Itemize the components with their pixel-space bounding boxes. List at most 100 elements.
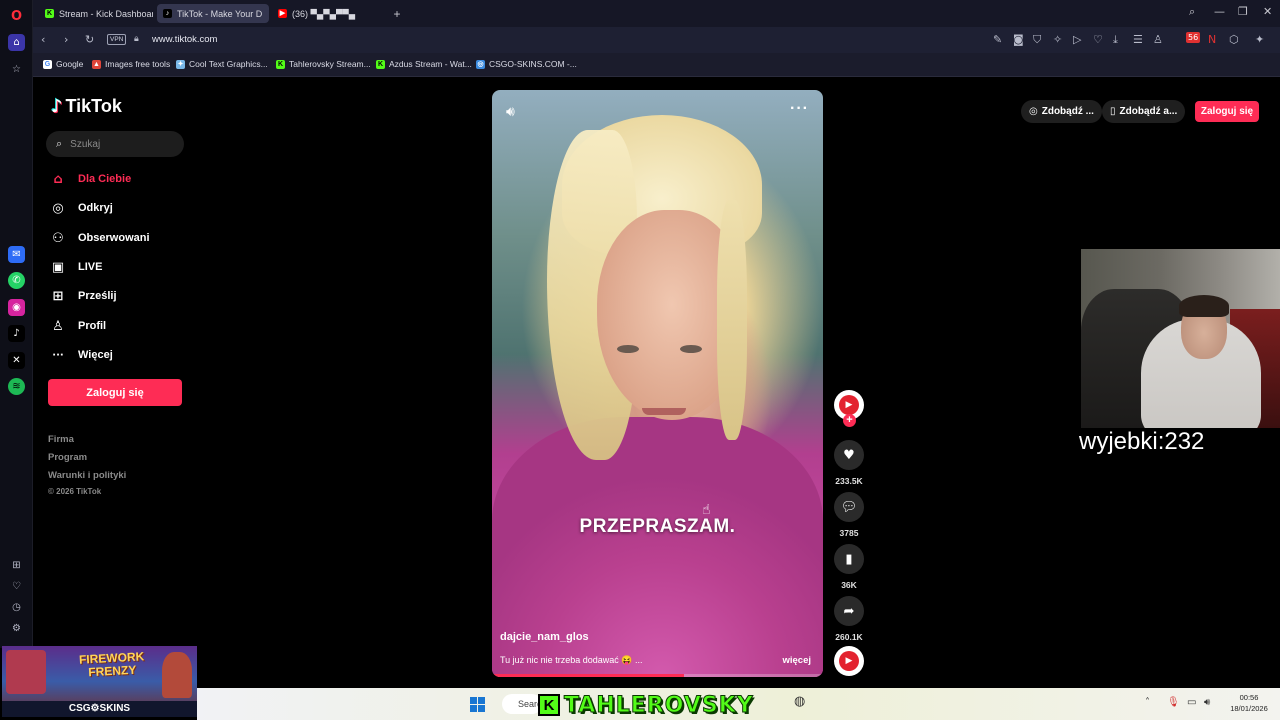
spotify-icon[interactable]: ≋	[8, 378, 25, 395]
reload-icon[interactable]: ↻	[85, 33, 94, 46]
share-button[interactable]: ➦	[834, 596, 864, 626]
video-author[interactable]: dajcie_nam_glos	[500, 631, 589, 643]
url-field[interactable]: www.tiktok.com	[152, 34, 217, 45]
star-icon[interactable]: ☆	[8, 61, 25, 78]
search-placeholder: Szukaj	[70, 138, 101, 150]
download-icon[interactable]: ⤓	[1113, 33, 1118, 47]
nav-explore[interactable]: ◎ Odkryj	[50, 198, 113, 218]
save-button[interactable]: ▮	[834, 544, 864, 574]
nav-label: Prześlij	[78, 290, 117, 302]
edit-icon[interactable]: ✎	[993, 33, 1002, 46]
pill-label: Zdobądź a...	[1119, 106, 1178, 117]
tab-kick-dashboard[interactable]: K Stream - Kick Dashboard	[39, 4, 153, 23]
nav-label: Obserwowani	[78, 232, 150, 244]
bookmark-cooltext[interactable]: ✦ Cool Text Graphics...	[176, 59, 268, 69]
shield-icon[interactable]: ⛉	[1033, 33, 1041, 47]
lock-icon[interactable]: 🔒︎	[134, 34, 139, 44]
messenger-icon[interactable]: ✉	[8, 246, 25, 263]
browser-sidebar: O ⌂ ☆ ✉ ✆ ◉ ♪ ✕ ≋ ⊞ ♡ ◷ ⚙	[0, 0, 33, 648]
system-clock[interactable]: 00:56 18/01/2026	[1226, 692, 1272, 714]
comment-button[interactable]: 💬︎	[834, 492, 864, 522]
search-tabs-icon[interactable]: ⌕	[1189, 5, 1195, 19]
more-link[interactable]: więcej	[782, 655, 811, 666]
like-button[interactable]: ♥	[834, 440, 864, 470]
search-input[interactable]: ⌕ Szukaj	[46, 131, 184, 157]
nav-profile[interactable]: ♙ Profil	[50, 316, 106, 336]
maximize-button[interactable]: ❐	[1238, 5, 1248, 18]
follow-plus-icon[interactable]: +	[843, 414, 856, 427]
webcam-frame	[1179, 295, 1229, 317]
login-top-button[interactable]: Zaloguj się	[1195, 101, 1259, 122]
tab-youtube[interactable]: ▶ (36) ▀▄▀▄▀▀▄	[272, 4, 384, 23]
save-count: 36K	[841, 580, 857, 590]
opera-logo-icon[interactable]: O	[8, 8, 25, 25]
extension-icon[interactable]: ✧	[1053, 33, 1062, 46]
tiktok-icon[interactable]: ♪	[8, 325, 25, 342]
close-button[interactable]: ✕	[1263, 5, 1272, 18]
cube-icon[interactable]: ⬡	[1229, 33, 1239, 46]
music-disc-icon: ▶	[839, 651, 859, 671]
apps-icon[interactable]: ⊞	[8, 557, 25, 574]
minimize-button[interactable]: —	[1214, 5, 1225, 18]
promo-art	[162, 652, 192, 698]
get-app-mobile-pill[interactable]: ▯ Zdobądź a...	[1102, 100, 1186, 123]
bookmark-google[interactable]: G Google	[43, 59, 83, 69]
bookmark-azdus[interactable]: K Azdus Stream - Wat...	[376, 59, 472, 69]
bookmark-label: CSGO-SKINS.COM -...	[489, 59, 577, 69]
whatsapp-icon[interactable]: ✆	[8, 272, 25, 289]
bookmark-label: Images free tools	[105, 59, 171, 69]
bookmark-tahlerovsky[interactable]: K Tahlerovsky Stream...	[276, 59, 371, 69]
nav-for-you[interactable]: ⌂ Dla Ciebie	[50, 169, 131, 189]
new-tab-button[interactable]: +	[389, 4, 405, 23]
camera-icon[interactable]: ◙	[1013, 33, 1024, 46]
opera-news-icon[interactable]: N	[1208, 33, 1216, 46]
kick-streamer-name: TAHLEROVSKY	[564, 692, 754, 718]
instagram-icon[interactable]: ◉	[8, 299, 25, 316]
network-icon[interactable]: ▭	[1187, 697, 1196, 708]
video-player[interactable]: 🔊︎ ··· PRZEPRASZAM. dajcie_nam_glos Tu j…	[492, 90, 823, 677]
nav-live[interactable]: ▣ LIVE	[50, 257, 103, 277]
bookmark-label: Azdus Stream - Wat...	[389, 59, 472, 69]
video-description: Tu już nic nie trzeba dodawać 😝 ...	[500, 655, 643, 665]
bookmark-images[interactable]: ▲ Images free tools	[92, 59, 170, 69]
get-app-pill[interactable]: ◎ Zdobądź ...	[1021, 100, 1102, 123]
footer-copyright: © 2026 TikTok	[48, 487, 102, 496]
footer-program[interactable]: Program	[48, 452, 87, 463]
ai-icon[interactable]: ✦	[1255, 33, 1264, 46]
tray-chevron-icon[interactable]: ˄	[1145, 697, 1150, 708]
taskbar-search[interactable]: Search	[502, 694, 547, 714]
images-icon: ▲	[92, 59, 101, 69]
login-button[interactable]: Zaloguj się	[48, 379, 182, 406]
heart-icon[interactable]: ♡	[1093, 33, 1103, 46]
play-icon[interactable]: ▷	[1073, 33, 1081, 46]
vpn-badge[interactable]: VPN	[107, 34, 127, 45]
home-icon[interactable]: ⌂	[8, 34, 25, 51]
nav-upload[interactable]: ⊞ Prześlij	[50, 286, 117, 306]
forward-icon[interactable]: ›	[64, 33, 68, 46]
settings-icon[interactable]: ⚙	[8, 620, 25, 637]
promo-brand: CSG⚙SKINS	[2, 701, 197, 717]
footer-terms[interactable]: Warunki i polityki	[48, 470, 126, 481]
promo-art	[6, 650, 46, 694]
nav-more[interactable]: ··· Więcej	[50, 345, 112, 365]
footer-company[interactable]: Firma	[48, 434, 74, 445]
profile-icon[interactable]: ♙	[1153, 33, 1163, 46]
music-disc[interactable]: ▶	[834, 646, 864, 676]
bookmark-csgoskins[interactable]: ◎ CSGO-SKINS.COM -...	[476, 59, 577, 69]
windows-start-icon[interactable]	[470, 697, 485, 712]
app-icon[interactable]: ◍	[794, 694, 805, 709]
volume-tray-icon[interactable]: 🔊︎	[1204, 697, 1210, 708]
back-icon[interactable]: ‹	[41, 33, 45, 46]
microphone-icon[interactable]: 🎙︎	[1167, 697, 1180, 708]
x-icon[interactable]: ✕	[8, 352, 25, 369]
history-icon[interactable]: ◷	[8, 599, 25, 616]
heart-icon[interactable]: ♡	[8, 578, 25, 595]
nav-following[interactable]: ⚇ Obserwowani	[50, 228, 150, 248]
tiktok-logo[interactable]: ♪ TikTok	[51, 96, 122, 117]
tab-tiktok[interactable]: ♪ TikTok - Make Your D	[157, 4, 269, 23]
menu-icon[interactable]: ☰	[1133, 33, 1143, 46]
more-options-icon[interactable]: ···	[790, 100, 809, 118]
volume-icon[interactable]: 🔊︎	[506, 104, 515, 120]
video-progress[interactable]	[492, 674, 823, 677]
badge-count[interactable]: 56	[1186, 32, 1201, 43]
